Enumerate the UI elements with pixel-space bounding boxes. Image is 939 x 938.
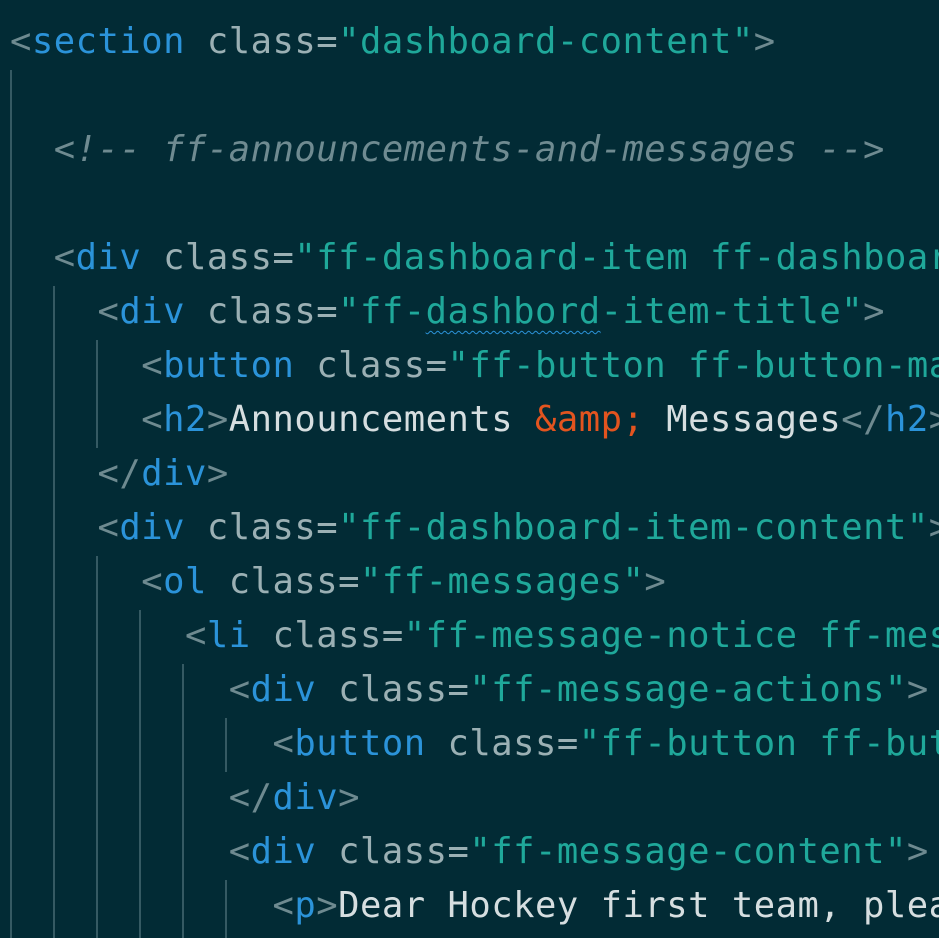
punctuation-token: </ [10,453,142,494]
tag-token: h2 [163,399,207,440]
code-line[interactable]: <div class="ff-message-content"> [10,825,929,879]
string-token: "dashboard-content" [338,21,754,62]
punctuation-token: = [425,345,448,386]
text-token: Messages [644,399,842,440]
punctuation-token: = [447,831,470,872]
text-token: Announcements [228,399,535,440]
code-line[interactable]: <div class="ff-message-actions"> [10,663,929,717]
punctuation-token: < [10,669,251,710]
punctuation-token: > [206,399,229,440]
code-line[interactable]: <div class="ff-dashbord-item-title"> [10,285,885,339]
punctuation-token: > [929,507,939,548]
code-line[interactable]: </div> [10,771,360,825]
punctuation-token: < [10,507,120,548]
string-token: "ff-button ff-button-ma [447,345,939,386]
punctuation-token: = [316,291,339,332]
attribute-token: class [141,237,273,278]
string-token: "ff-dashboard-item-content" [338,507,929,548]
string-token: -item-title" [600,291,864,332]
punctuation-token: < [10,399,164,440]
tag-token: li [206,615,251,656]
tag-token: div [141,453,207,494]
code-line[interactable]: <li class="ff-message-notice ff-mes [10,609,939,663]
punctuation-token: > [929,399,939,440]
text-token: Dear Hockey first team, plea [338,885,939,926]
punctuation-token: = [316,21,339,62]
tag-token: div [75,237,142,278]
code-line[interactable]: <!-- ff-announcements-and-messages --> [10,123,885,177]
punctuation-token: > [753,21,776,62]
attribute-token: class [425,723,557,764]
punctuation-token: < [10,237,76,278]
code-line[interactable]: <button class="ff-button ff-button-ma [10,339,939,393]
punctuation-token: > [863,291,885,332]
punctuation-token: = [381,615,404,656]
attribute-token: class [206,561,339,602]
tag-token: div [272,777,339,818]
punctuation-token: = [272,237,295,278]
attribute-token: class [185,291,317,332]
code-editor[interactable]: <section class="dashboard-content"> <!--… [0,0,939,938]
string-token: "ff-dashboard-item ff-dashboar [294,237,939,278]
code-line[interactable]: </div> [10,447,229,501]
spellcheck-token: dashbord [425,291,601,332]
punctuation-token: < [10,831,251,872]
punctuation-token: = [338,561,360,602]
punctuation-token: </ [10,777,273,818]
punctuation-token: < [10,291,120,332]
tag-token: button [163,345,295,386]
code-line[interactable]: <ol class="ff-messages"> [10,555,666,609]
attribute-token: class [250,615,382,656]
string-token: "ff-message-content" [469,831,907,872]
tag-token: div [119,507,185,548]
code-line[interactable]: <div class="ff-dashboard-item-content"> [10,501,939,555]
attribute-token: class [316,669,448,710]
string-token: "ff-message-actions" [469,669,907,710]
code-line[interactable]: <section class="dashboard-content"> [10,15,776,69]
tag-token: section [31,21,185,62]
attribute-token: class [185,507,317,548]
tag-token: button [294,723,426,764]
entity-token: &amp; [534,399,645,440]
tag-token: div [250,669,317,710]
punctuation-token: > [316,885,339,926]
attribute-token: class [316,831,448,872]
string-token: "ff- [338,291,426,332]
punctuation-token: > [906,669,929,710]
punctuation-token: < [10,21,32,62]
punctuation-token: = [556,723,579,764]
comment-token: <!-- ff-announcements-and-messages --> [10,129,885,170]
punctuation-token: = [316,507,339,548]
code-line[interactable]: <p>Dear Hockey first team, plea [10,879,939,933]
attribute-token: class [294,345,426,386]
punctuation-token: = [447,669,470,710]
tag-token: ol [163,561,207,602]
code-line[interactable]: <div class="ff-dashboard-item ff-dashboa… [10,231,939,285]
attribute-token: class [185,21,317,62]
punctuation-token: < [10,723,295,764]
punctuation-token: < [10,615,207,656]
punctuation-token: > [644,561,667,602]
tag-token: div [250,831,317,872]
string-token: "ff-messages" [360,561,645,602]
punctuation-token: < [10,561,164,602]
string-token: "ff-button ff-but [578,723,939,764]
code-line[interactable]: <h2>Announcements &amp; Messages</h2> [10,393,939,447]
code-line[interactable]: <button class="ff-button ff-but [10,717,939,771]
tag-token: h2 [884,399,929,440]
tag-token: p [294,885,317,926]
punctuation-token: < [10,345,164,386]
punctuation-token: < [10,885,295,926]
punctuation-token: </ [841,399,885,440]
punctuation-token: > [338,777,360,818]
tag-token: div [119,291,185,332]
string-token: "ff-message-notice ff-mes [403,615,939,656]
punctuation-token: > [206,453,229,494]
punctuation-token: > [906,831,929,872]
